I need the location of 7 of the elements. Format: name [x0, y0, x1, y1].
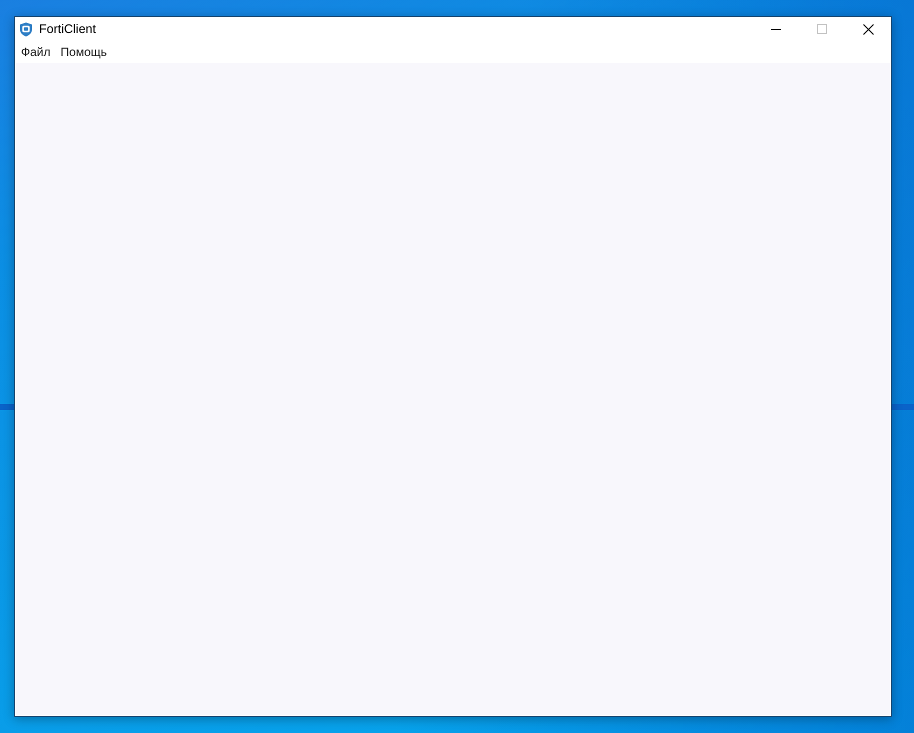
maximize-icon	[817, 24, 827, 34]
window-title: FortiClient	[39, 22, 97, 36]
close-icon	[862, 24, 874, 34]
menu-item[interactable]: Помощь	[56, 43, 113, 61]
minimize-icon	[771, 28, 781, 30]
menu-item[interactable]: Файл	[18, 43, 57, 61]
shield-icon	[19, 22, 33, 36]
